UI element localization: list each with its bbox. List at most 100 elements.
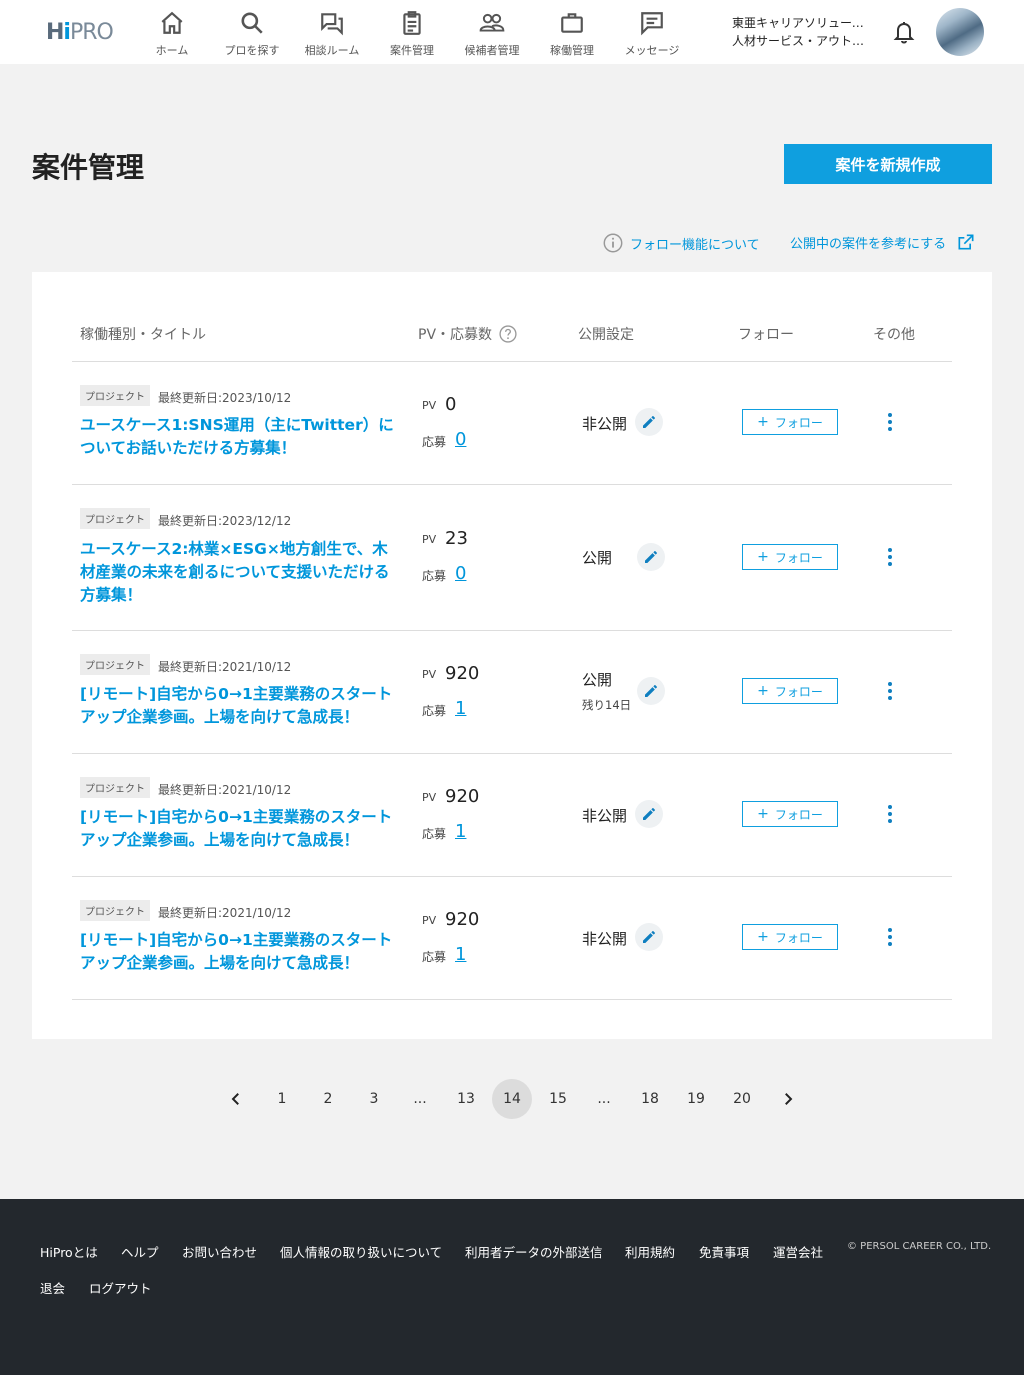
nav-search-pro[interactable]: プロを探す [212,0,292,64]
footer: HiProとは ヘルプ お問い合わせ 個人情報の取り扱いについて 利用者データの… [0,1199,1024,1375]
page-18[interactable]: 18 [630,1079,670,1119]
edit-publish-button[interactable] [635,923,663,951]
footer-link-logout[interactable]: ログアウト [89,1278,152,1297]
publish-status: 非公開 [582,930,628,948]
nav-project-management[interactable]: 案件管理 [372,0,452,64]
company-name[interactable]: 東亜キャリアソリューションズ株式会社 人材サービス・アウトソーシング部 [732,14,866,50]
edit-publish-button[interactable] [635,408,663,436]
publish-status: 公開 [582,549,613,567]
project-title-link[interactable]: ユースケース2:林業×ESG×地方創生で、木材産業の未来を創るについて支援いただ… [80,538,398,607]
page-13[interactable]: 13 [446,1079,486,1119]
footer-link-company[interactable]: 運営会社 [773,1242,823,1261]
pv-label: PV [422,914,437,927]
prev-page-button[interactable] [216,1079,256,1119]
edit-publish-button[interactable] [637,677,665,705]
follow-button[interactable]: + フォロー [742,409,838,435]
applicants-label: 応募 [422,435,447,449]
work-type-tag: プロジェクト [80,777,150,798]
page-15[interactable]: 15 [538,1079,578,1119]
table-row: プロジェクト 最終更新日:2023/12/12 ユースケース2:林業×ESG×地… [72,485,952,631]
search-icon [241,12,263,34]
external-link-icon [958,234,974,250]
edit-publish-button[interactable] [637,543,665,571]
pv-value: 920 [445,786,480,807]
project-title-link[interactable]: [リモート]自宅から0→1主要業務のスタートアップ企業参画。上場を向けて急成長！ [80,683,398,729]
publish-status: 非公開 [582,415,628,433]
chevron-left-icon [231,1093,239,1105]
nav-candidate-management[interactable]: 候補者管理 [452,0,532,64]
edit-publish-button[interactable] [635,800,663,828]
page-19[interactable]: 19 [676,1079,716,1119]
page-2[interactable]: 2 [308,1079,348,1119]
more-options-icon[interactable] [880,545,900,569]
more-options-icon[interactable] [880,925,900,949]
footer-link-disclaimer[interactable]: 免責事項 [699,1242,749,1261]
pencil-icon [643,931,655,943]
follow-info-link[interactable]: フォロー機能について [602,232,760,254]
project-title-link[interactable]: [リモート]自宅から0→1主要業務のスタートアップ企業参画。上場を向けて急成長！ [80,929,398,975]
work-type-tag: プロジェクト [80,654,150,675]
plus-icon: + [757,806,769,822]
page-20[interactable]: 20 [722,1079,762,1119]
hipro-logo[interactable]: HiPRO [46,20,114,45]
page-14-current[interactable]: 14 [492,1079,532,1119]
nav-messages[interactable]: メッセージ [612,0,692,64]
create-project-button[interactable]: 案件を新規作成 [784,144,992,184]
project-title-link[interactable]: [リモート]自宅から0→1主要業務のスタートアップ企業参画。上場を向けて急成長！ [80,806,398,852]
header-follow: フォロー [738,327,794,343]
nav-home[interactable]: ホーム [132,0,212,64]
updated-date: 最終更新日:2021/10/12 [158,660,292,674]
footer-link-data-transmission[interactable]: 利用者データの外部送信 [465,1242,603,1261]
more-options-icon[interactable] [880,802,900,826]
footer-link-about[interactable]: HiProとは [40,1242,98,1261]
more-options-icon[interactable] [880,679,900,703]
more-options-icon[interactable] [880,410,900,434]
applicants-count-link[interactable]: 0 [455,563,466,584]
page-title: 案件管理 [32,151,145,184]
publish-status: 公開 [582,671,613,689]
follow-button[interactable]: + フォロー [742,544,838,570]
applicants-count-link[interactable]: 1 [455,821,466,842]
footer-link-contact[interactable]: お問い合わせ [182,1242,257,1261]
footer-link-help[interactable]: ヘルプ [121,1242,159,1261]
applicants-count-link[interactable]: 1 [455,944,466,965]
work-type-tag: プロジェクト [80,900,150,921]
bell-icon[interactable] [892,19,916,45]
footer-link-terms[interactable]: 利用規約 [625,1242,675,1261]
reference-projects-link[interactable]: 公開中の案件を参考にする [790,232,976,252]
pv-label: PV [422,668,437,681]
briefcase-icon [561,13,583,33]
applicants-label: 応募 [422,704,447,718]
follow-button[interactable]: + フォロー [742,678,838,704]
help-icon[interactable] [498,324,518,344]
project-title-link[interactable]: ユースケース1:SNS運用（主にTwitter）についてお話いただける方募集！ [80,414,398,460]
avatar[interactable] [936,8,984,56]
header-other: その他 [873,327,915,343]
follow-button[interactable]: + フォロー [742,924,838,950]
header-title: 稼働種別・タイトル [80,327,206,343]
updated-date: 最終更新日:2021/10/12 [158,906,292,920]
applicants-count-link[interactable]: 1 [455,698,466,719]
updated-date: 最終更新日:2023/10/12 [158,391,292,405]
applicants-count-link[interactable]: 0 [455,429,466,450]
pencil-icon [645,685,657,697]
footer-link-withdraw[interactable]: 退会 [40,1278,65,1297]
applicants-label: 応募 [422,827,447,841]
chevron-right-icon [785,1093,793,1105]
applicants-label: 応募 [422,569,447,583]
page-1[interactable]: 1 [262,1079,302,1119]
pencil-icon [643,808,655,820]
follow-button[interactable]: + フォロー [742,801,838,827]
clipboard-icon [403,11,421,35]
table-row: プロジェクト 最終更新日:2021/10/12 [リモート]自宅から0→1主要業… [72,631,952,754]
applicants-label: 応募 [422,950,447,964]
plus-icon: + [757,414,769,430]
table-row: プロジェクト 最終更新日:2021/10/12 [リモート]自宅から0→1主要業… [72,877,952,1000]
page-3[interactable]: 3 [354,1079,394,1119]
nav-consult-room[interactable]: 相談ルーム [292,0,372,64]
pv-label: PV [422,533,437,546]
nav-work-management[interactable]: 稼働管理 [532,0,612,64]
page-ellipsis: ... [413,1091,427,1107]
next-page-button[interactable] [768,1079,808,1119]
footer-link-privacy[interactable]: 個人情報の取り扱いについて [280,1242,442,1261]
